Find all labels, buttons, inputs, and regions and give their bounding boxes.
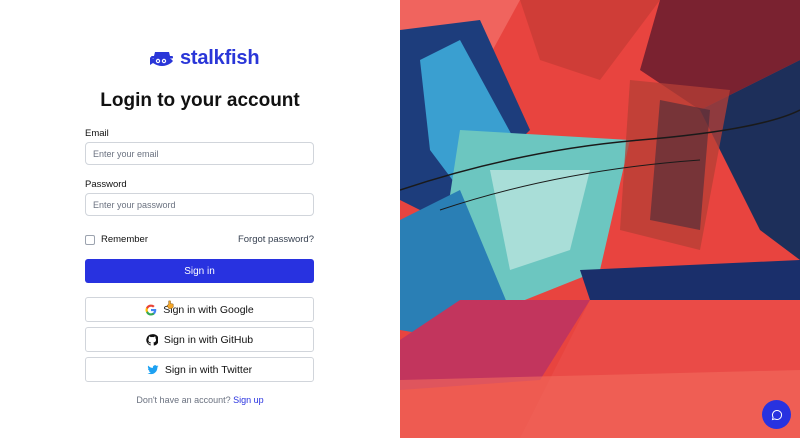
chat-button[interactable]: [762, 400, 791, 429]
google-sign-in-button[interactable]: Sign in with Google: [85, 297, 314, 322]
google-icon: [145, 304, 157, 315]
signup-row: Don't have an account? Sign up: [0, 395, 400, 405]
page-title: Login to your account: [100, 90, 300, 111]
github-icon: [146, 333, 158, 346]
twitter-sign-in-button[interactable]: Sign in with Twitter: [85, 357, 314, 382]
github-sign-in-button[interactable]: Sign in with GitHub: [85, 327, 314, 352]
hand-cursor-icon: [166, 300, 174, 309]
password-label: Password: [85, 179, 127, 190]
street-art-artwork: [400, 0, 800, 438]
forgot-password-link[interactable]: Forgot password?: [238, 234, 314, 245]
brand-logo-icon: [150, 52, 173, 66]
signup-prompt: Don't have an account?: [136, 395, 231, 405]
twitter-sign-in-label: Sign in with Twitter: [164, 363, 253, 376]
sign-in-button[interactable]: Sign in: [85, 259, 314, 283]
github-sign-in-label: Sign in with GitHub: [163, 333, 254, 346]
login-page: stalkfish Login to your account Email Pa…: [0, 0, 800, 438]
brand-name: stalkfish: [180, 46, 260, 69]
password-field[interactable]: [85, 193, 314, 216]
brand: stalkfish: [149, 46, 260, 70]
login-panel: stalkfish Login to your account Email Pa…: [0, 0, 400, 438]
email-label: Email: [85, 128, 109, 139]
twitter-icon: [147, 364, 159, 374]
remember-label[interactable]: Remember: [101, 234, 148, 245]
remember-row: Remember: [85, 234, 148, 245]
email-field[interactable]: [85, 142, 314, 165]
google-sign-in-label: Sign in with Google: [163, 303, 254, 316]
chat-bubble-icon: [771, 409, 782, 420]
hero-image: [400, 0, 800, 438]
remember-checkbox[interactable]: [85, 234, 95, 245]
signup-link[interactable]: Sign up: [233, 395, 264, 405]
